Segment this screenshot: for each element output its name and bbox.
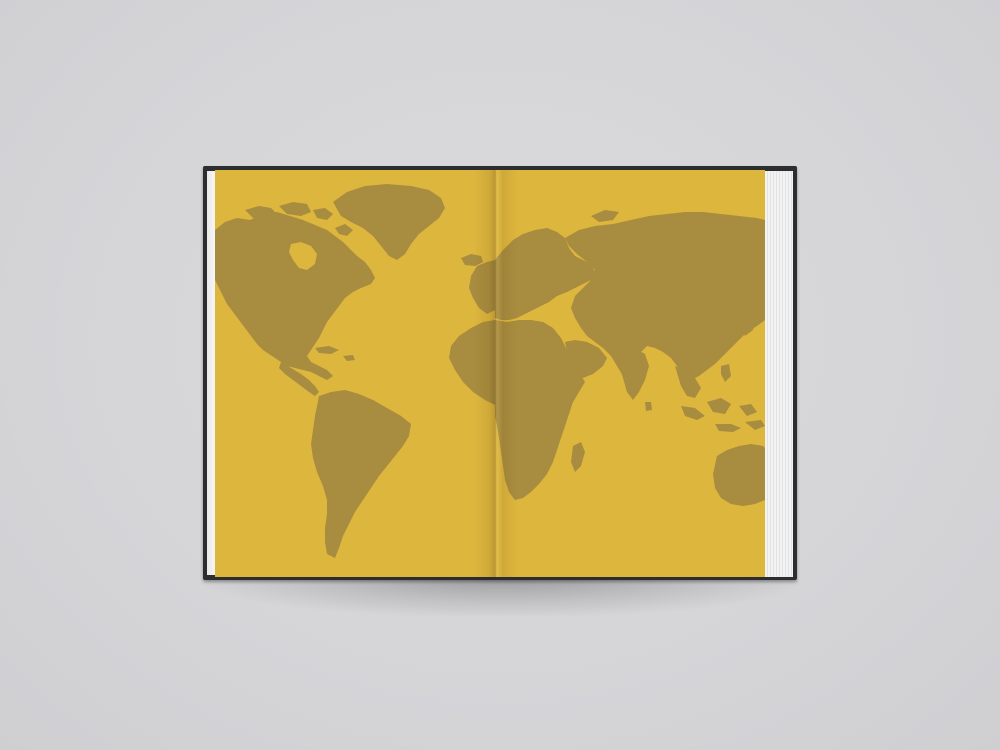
europe-west-edge-shape <box>469 260 495 314</box>
sri-lanka-shape <box>645 402 652 411</box>
greenland-shape <box>333 184 445 260</box>
book-shadow <box>208 576 798 616</box>
india-peninsula-shape <box>619 348 649 400</box>
philippines-shape <box>721 364 731 382</box>
indonesia-islands-shape <box>681 398 765 432</box>
madagascar-shape <box>571 442 585 472</box>
arctic-asia-island-shape <box>591 210 619 222</box>
world-map-right-half <box>495 210 765 506</box>
left-page-edges <box>207 171 215 575</box>
australia-shape <box>713 444 765 506</box>
north-america-shape <box>215 212 375 380</box>
product-mockup-scene <box>0 0 1000 750</box>
world-map-left-half <box>215 184 495 558</box>
iceland-shape <box>461 254 483 266</box>
left-page <box>215 170 495 577</box>
right-page <box>495 170 765 577</box>
africa-west-edge-shape <box>449 320 495 405</box>
right-page-edges <box>765 171 793 577</box>
south-america-shape <box>311 390 411 558</box>
caribbean-islands-shape <box>315 346 355 361</box>
